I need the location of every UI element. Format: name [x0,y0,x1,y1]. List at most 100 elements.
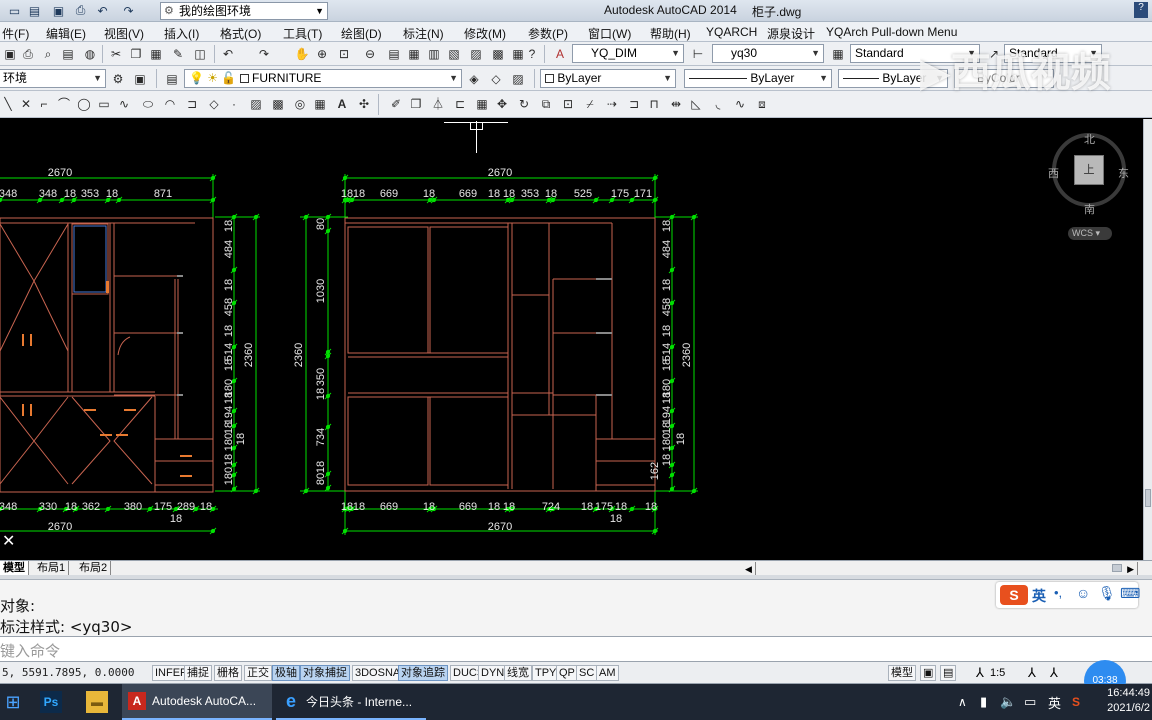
table-icon[interactable]: ▦ [312,96,328,112]
show-hidden-icons[interactable]: ∧ [958,684,967,720]
microphone-icon[interactable]: 🎙 [1098,585,1116,602]
menu-draw[interactable]: 绘图(D) [341,25,382,42]
hatch-icon[interactable]: ▨ [248,96,264,112]
menu-modify[interactable]: 修改(M) [464,25,506,42]
chevron-left-icon[interactable]: ◀ [742,562,756,576]
tab-layout2[interactable]: 布局2 [76,561,112,575]
erase-icon[interactable]: ✐ [388,96,404,112]
plot-preview-icon[interactable]: ⌕ [40,46,56,62]
battery-icon[interactable]: ▮ [980,684,987,720]
color-select[interactable]: ByLayer ▼ [540,69,676,88]
command-input-placeholder[interactable]: 键入命令 [0,640,60,661]
rectangle-icon[interactable]: ▭ [96,96,112,112]
annotation-scale[interactable]: 1:5 [990,667,1005,679]
viewcube-face[interactable]: 上 [1074,155,1104,185]
scrollbar-thumb[interactable] [1145,489,1151,507]
copy-object-icon[interactable]: ❐ [408,96,424,112]
menu-tools[interactable]: 工具(T) [283,25,322,42]
menu-window[interactable]: 窗口(W) [588,25,631,42]
menu-parametric[interactable]: 参数(P) [528,25,568,42]
paste-icon[interactable]: ▦ [148,46,164,62]
hscroll-thumb[interactable] [1112,564,1122,572]
status-toggle-2[interactable]: 栅格 [214,665,242,681]
menu-view[interactable]: 视图(V) [104,25,144,42]
viewcube-north[interactable]: 北 [1084,131,1095,147]
gradient-icon[interactable]: ▩ [270,96,286,112]
menu-format[interactable]: 格式(O) [220,25,261,42]
trim-icon[interactable]: ⌿ [582,96,598,112]
extend-icon[interactable]: ⇢ [604,96,620,112]
viewcube-west[interactable]: 西 [1048,165,1059,181]
taskbar-explorer[interactable]: ▬ [86,684,108,720]
dim-style-select[interactable]: YQ_DIM ▼ [572,44,684,63]
join-icon[interactable]: ⇹ [668,96,684,112]
menu-insert[interactable]: 插入(I) [164,25,199,42]
menu-edit[interactable]: 编辑(E) [46,25,86,42]
status-toggle-3[interactable]: 正交 [244,665,272,681]
break-at-point-icon[interactable]: ⊐ [626,96,642,112]
explode-icon[interactable]: ⧈ [754,96,770,112]
sogou-tray-icon[interactable]: S [1072,684,1080,720]
status-toggle-4[interactable]: 极轴 [272,665,300,681]
status-toggle-5[interactable]: 对象捕捉 [300,665,350,681]
zoom-window-icon[interactable]: ⊡ [336,46,352,62]
stretch-icon[interactable]: ⊡ [560,96,576,112]
offset-icon[interactable]: ⊏ [452,96,468,112]
emoji-icon[interactable]: ☺ [1076,585,1090,601]
command-line[interactable]: 键入命令 [0,636,1152,662]
sogou-logo-icon[interactable]: S [1000,585,1028,605]
clock[interactable]: 16:44:49 2021/6/2 [1107,686,1150,716]
menu-yqarch-pulldown[interactable]: YQArch Pull-down Menu [826,25,957,39]
save-icon[interactable]: ▣ [50,2,67,19]
menu-file[interactable]: 件(F) [2,25,29,42]
layer-properties-icon[interactable]: ▤ [164,71,180,87]
zoom-realtime-icon[interactable]: ⊕ [314,46,330,62]
circle-icon[interactable]: ◯ [76,96,92,112]
viewcube-east[interactable]: 东 [1118,165,1129,181]
make-current-layer-icon[interactable]: ◈ [466,71,482,87]
redo-icon[interactable]: ↷ [120,2,137,19]
status-toggle-9[interactable]: DYN [478,665,508,681]
design-center-icon[interactable]: ▦ [406,46,422,62]
rotate-icon[interactable]: ↻ [516,96,532,112]
fillet-icon[interactable]: ◟ [710,96,726,112]
status-toggle-7[interactable]: 对象追踪 [398,665,448,681]
wcs-menu[interactable]: WCS ▾ [1068,227,1112,240]
menu-yqarch[interactable]: YQARCH [706,25,757,39]
status-toggle-1[interactable]: 捕捉 [184,665,212,681]
annotation-scale-icon[interactable]: ⅄ [976,665,984,681]
annotation-visibility-icon[interactable]: ⅄ [1028,665,1036,681]
status-toggle-13[interactable]: SC [576,665,598,681]
ime-lang[interactable]: 英 [1032,586,1046,606]
pan-icon[interactable]: ✋ [294,46,310,62]
menu-help[interactable]: 帮助(H) [650,25,691,42]
network-icon[interactable]: ▭ [1024,684,1036,720]
spline-icon[interactable]: ∿ [116,96,132,112]
viewcube-south[interactable]: 南 [1084,201,1095,217]
cut-icon[interactable]: ✂ [108,46,124,62]
markup-icon[interactable]: ▨ [468,46,484,62]
layer-previous-icon[interactable]: ◇ [488,71,504,87]
help-icon[interactable]: ? [1134,2,1148,18]
gear-icon[interactable]: ⚙ [110,71,126,87]
region-icon[interactable]: ◎ [292,96,308,112]
print-icon[interactable]: ⎙ [72,2,89,19]
start-button[interactable]: ⊞ [0,684,26,720]
save-icon[interactable]: ▣ [2,46,18,62]
copy-icon[interactable]: ❐ [128,46,144,62]
auto-scale-icon[interactable]: ⅄ [1050,665,1058,681]
move-icon[interactable]: ✥ [494,96,510,112]
taskbar-ie[interactable]: e 今日头条 - Interne... [276,684,426,720]
drawing-canvas[interactable]: 2670 348 348 18 353 18 871 348 330 18 362 380 175 289… [0,119,1143,560]
linetype-select[interactable]: ByLayer ▼ [684,69,832,88]
sheet-set-icon[interactable]: ▧ [446,46,462,62]
redo-icon[interactable]: ↷ [256,46,272,62]
layer-state-icon[interactable]: ▨ [510,71,526,87]
zoom-previous-icon[interactable]: ⊖ [362,46,378,62]
status-toggle-12[interactable]: QP [556,665,578,681]
properties-icon[interactable]: ▤ [386,46,402,62]
construction-line-icon[interactable]: ✕ [18,96,34,112]
make-block-icon[interactable]: ◇ [206,96,222,112]
status-toggle-14[interactable]: AM [596,665,619,681]
add-selected-icon[interactable]: ✣ [356,96,372,112]
